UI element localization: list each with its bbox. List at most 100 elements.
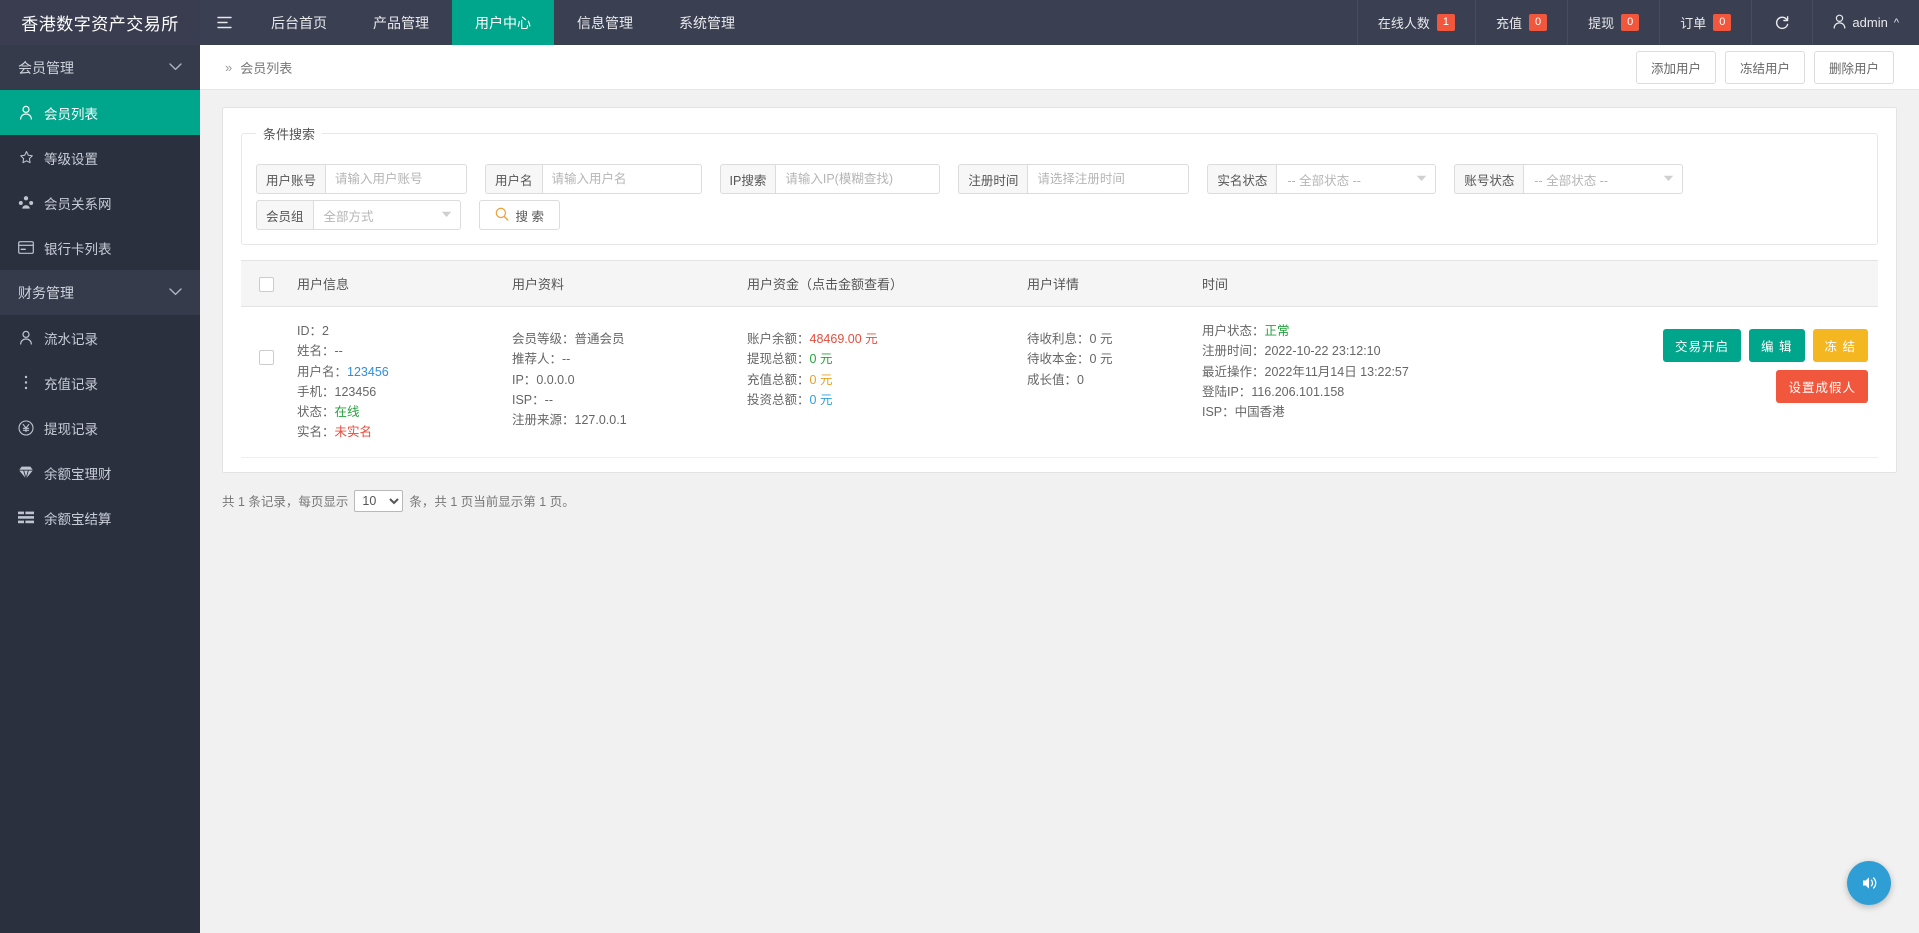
field-value: 2022年11月14日 13:22:57 [1265,365,1409,379]
field-line: 提现总额：0 元 [747,349,1007,369]
field-label: 最近操作： [1202,365,1265,379]
crumb-action-0[interactable]: 添加用户 [1636,51,1716,84]
sidebar-item-0-2[interactable]: 会员关系网 [0,180,200,225]
stat-0[interactable]: 在线人数1 [1357,0,1475,45]
regtime-input[interactable] [1027,164,1189,194]
realname-status-select[interactable]: -- 全部状态 -- [1276,164,1436,194]
cell-actions: 交易开启编 辑冻 结设置成假人 [1512,307,1878,458]
row-checkbox[interactable] [259,350,274,365]
users-icon [18,195,34,210]
stat-label-1: 充值 [1496,13,1522,32]
field-line: 待收本金：0 元 [1027,349,1182,369]
member-group-value: 全部方式 [324,206,374,225]
stat-3[interactable]: 订单0 [1659,0,1751,45]
row-action-1[interactable]: 编 辑 [1749,329,1804,362]
members-table: 用户信息 用户资料 用户资金（点击金额查看） 用户详情 时间 ID：2姓名：--… [241,260,1878,458]
card-icon [18,241,34,254]
field-label: 用户状态： [1202,324,1265,338]
cell-time: 用户状态：正常注册时间：2022-10-22 23:12:10最近操作：2022… [1192,307,1512,458]
filter-label-regtime: 注册时间 [958,164,1027,194]
field-value: 0 元 [810,393,833,407]
member-group-select[interactable]: 全部方式 [313,200,461,230]
crumb-action-2[interactable]: 删除用户 [1814,51,1894,84]
account-status-select[interactable]: -- 全部状态 -- [1523,164,1683,194]
search-fieldset: 条件搜索 用户账号用户名IP搜索注册时间实名状态-- 全部状态 --账号状态--… [241,124,1878,245]
members-panel: 条件搜索 用户账号用户名IP搜索注册时间实名状态-- 全部状态 --账号状态--… [222,107,1897,473]
field-label: 登陆IP： [1202,385,1251,399]
filter-member-group: 会员组全部方式 [256,200,461,230]
field-value: 中国香港 [1235,405,1285,419]
ip-input[interactable] [775,164,940,194]
field-label: 用户名： [297,365,347,379]
field-label: ISP： [1202,405,1235,419]
field-label: 投资总额： [747,393,810,407]
field-value[interactable]: 123456 [347,365,389,379]
header-user-detail: 用户详情 [1017,261,1192,307]
chevron-down-icon [169,287,182,299]
sidebar-item-label: 会员关系网 [44,193,112,213]
page-size-select[interactable]: 102050100 [354,490,403,512]
sidebar-item-0-1[interactable]: 等级设置 [0,135,200,180]
field-label: 充值总额： [747,373,810,387]
field-value: -- [545,393,553,407]
account-input[interactable] [325,164,467,194]
sidebar-group-0[interactable]: 会员管理 [0,45,200,90]
row-action-0[interactable]: 交易开启 [1663,329,1741,362]
sidebar-item-1-1[interactable]: 充值记录 [0,360,200,405]
sidebar-item-label: 流水记录 [44,328,98,348]
field-line: 成长值：0 [1027,370,1182,390]
field-value: 123456 [335,385,377,399]
sidebar-item-1-2[interactable]: 提现记录 [0,405,200,450]
nav-item-3[interactable]: 信息管理 [554,0,656,45]
sidebar-item-label: 余额宝结算 [44,508,112,528]
hamburger-icon[interactable] [200,0,248,45]
nav-item-4[interactable]: 系统管理 [656,0,758,45]
user-name: admin [1852,15,1887,30]
table-head: 用户信息 用户资料 用户资金（点击金额查看） 用户详情 时间 [241,261,1878,307]
header-user-info: 用户信息 [287,261,502,307]
sidebar-item-0-0[interactable]: 会员列表 [0,90,200,135]
sidebar-group-1[interactable]: 财务管理 [0,270,200,315]
sidebar-item-0-3[interactable]: 银行卡列表 [0,225,200,270]
sidebar-item-1-4[interactable]: 余额宝结算 [0,495,200,540]
sidebar-item-label: 余额宝理财 [44,463,112,483]
stat-1[interactable]: 充值0 [1475,0,1567,45]
field-line: 注册时间：2022-10-22 23:12:10 [1202,341,1502,361]
breadcrumb-actions: 添加用户冻结用户删除用户 [1636,51,1894,84]
row-action-2[interactable]: 冻 结 [1813,329,1868,362]
top-navbar: 香港数字资产交易所 后台首页产品管理用户中心信息管理系统管理 在线人数1充值0提… [0,0,1919,45]
field-label: 待收本金： [1027,352,1090,366]
field-line: 状态：在线 [297,402,492,422]
sidebar-item-1-3[interactable]: 余额宝理财 [0,450,200,495]
field-value: 未实名 [335,425,373,439]
filter-regtime: 注册时间 [958,164,1189,194]
user-menu[interactable]: admin ^ [1812,0,1919,45]
realname-status-value: -- 全部状态 -- [1287,170,1361,189]
filter-label-account-status: 账号状态 [1454,164,1523,194]
field-label: 成长值： [1027,373,1077,387]
nav-item-1[interactable]: 产品管理 [350,0,452,45]
crumb-action-1[interactable]: 冻结用户 [1725,51,1805,84]
star-icon [18,150,34,165]
refresh-button[interactable] [1751,0,1812,45]
pager-prefix: 共 1 条记录，每页显示 [222,491,348,510]
nav-item-2[interactable]: 用户中心 [452,0,554,45]
filter-realname-status: 实名状态-- 全部状态 -- [1207,164,1436,194]
select-all-checkbox[interactable] [259,277,274,292]
username-input[interactable] [542,164,702,194]
sidebar-item-1-0[interactable]: 流水记录 [0,315,200,360]
nav-item-0[interactable]: 后台首页 [248,0,350,45]
select-all-header [241,261,287,307]
field-value: 0 元 [810,373,833,387]
field-label: 待收利息： [1027,332,1090,346]
filter-ip: IP搜索 [720,164,941,194]
row-action-3[interactable]: 设置成假人 [1776,370,1868,403]
sound-icon[interactable] [1847,861,1891,905]
field-value: 0 元 [1090,352,1113,366]
field-value: -- [562,352,570,366]
search-button[interactable]: 搜 索 [479,200,560,230]
stat-2[interactable]: 提现0 [1567,0,1659,45]
brand-logo: 香港数字资产交易所 [0,0,200,45]
field-line: 实名：未实名 [297,422,492,442]
field-label: 账户余额： [747,332,810,346]
